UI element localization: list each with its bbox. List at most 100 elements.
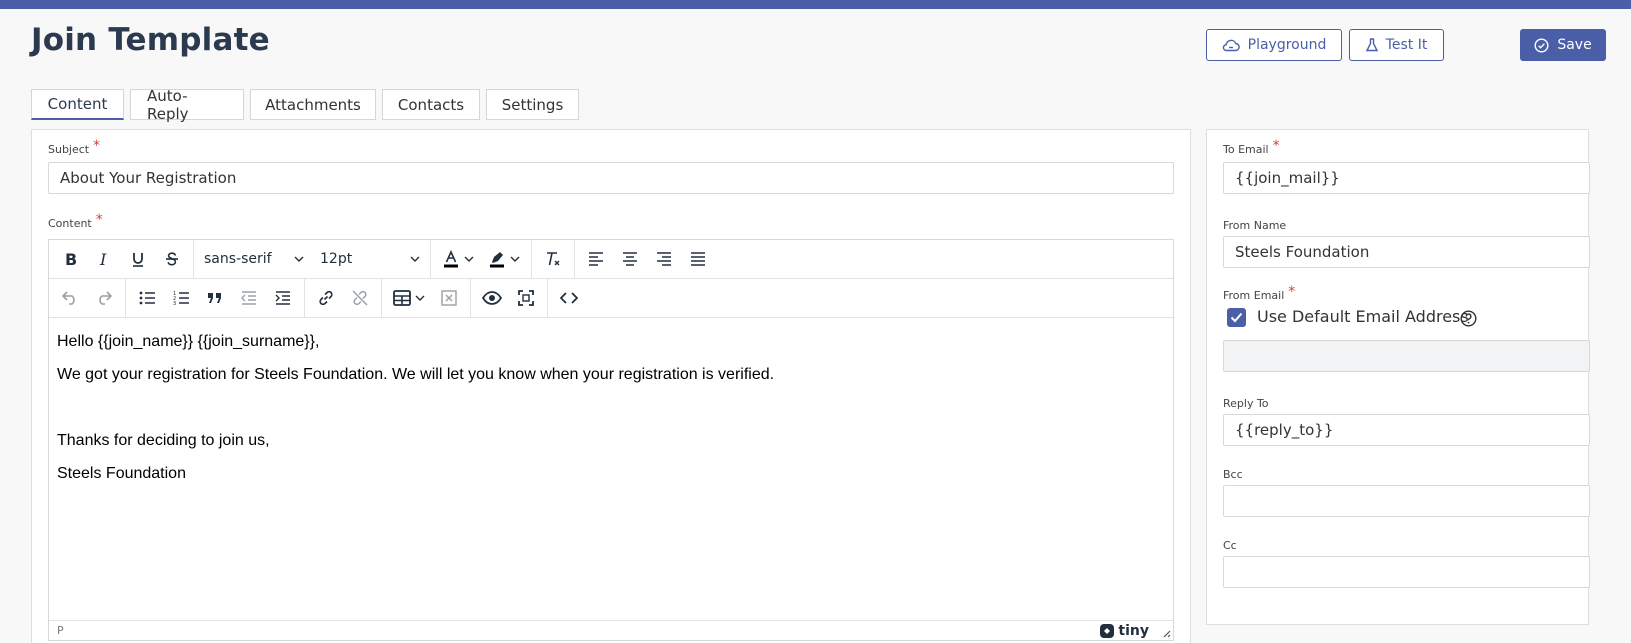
font-family-value: sans-serif (204, 251, 272, 267)
tab-bar: Content Auto-Reply Attachments Contacts … (31, 87, 579, 123)
tab-attachments[interactable]: Attachments (250, 89, 376, 120)
indent-icon (275, 291, 290, 305)
unlink-button[interactable] (343, 282, 377, 314)
undo-button[interactable] (53, 282, 87, 314)
underline-button[interactable] (121, 243, 155, 275)
chevron-down-icon (510, 256, 520, 262)
cc-input[interactable] (1223, 556, 1590, 588)
redo-icon (99, 291, 113, 305)
align-justify-icon (691, 252, 705, 266)
save-label: Save (1557, 37, 1592, 53)
save-button[interactable]: Save (1520, 29, 1606, 61)
bullet-list-icon (139, 291, 155, 305)
eye-icon (482, 291, 502, 305)
strikethrough-button[interactable] (155, 243, 189, 275)
page-title: Join Template (31, 22, 270, 58)
editor-toolbar-row-2: 123 (49, 279, 1173, 318)
reply-to-label: Reply To (1223, 397, 1269, 410)
tab-settings[interactable]: Settings (486, 89, 579, 120)
italic-button[interactable]: I (87, 243, 121, 275)
content-paragraph: We got your registration for Steels Foun… (57, 366, 775, 383)
test-it-label: Test It (1385, 37, 1428, 53)
unlink-icon (352, 290, 368, 306)
blockquote-button[interactable] (198, 282, 232, 314)
to-email-input[interactable]: {{join_mail}} (1223, 162, 1590, 194)
delete-table-button[interactable] (432, 282, 466, 314)
chevron-down-icon (415, 295, 425, 301)
subject-label: Subject * (48, 138, 101, 156)
tiny-logo[interactable]: tiny (1100, 623, 1149, 639)
use-default-email-label[interactable]: Use Default Email Address (1257, 307, 1469, 326)
cc-label: Cc (1223, 539, 1237, 552)
bold-icon: B (65, 251, 77, 267)
bcc-input[interactable] (1223, 485, 1590, 517)
align-left-button[interactable] (579, 243, 613, 275)
test-it-button[interactable]: Test It (1349, 29, 1444, 61)
preview-button[interactable] (475, 282, 509, 314)
editor-statusbar: P tiny (49, 620, 1173, 640)
playground-button[interactable]: Playground (1206, 29, 1342, 61)
editor-toolbar-row-1: B I sans-serif 12pt (49, 240, 1173, 279)
fullscreen-icon (518, 290, 534, 306)
svg-text:B: B (65, 251, 77, 267)
code-icon (560, 292, 578, 304)
text-color-button[interactable] (435, 243, 481, 275)
from-name-input[interactable]: Steels Foundation (1223, 236, 1590, 268)
redo-button[interactable] (87, 282, 121, 314)
indent-button[interactable] (266, 282, 300, 314)
italic-icon: I (99, 251, 107, 267)
check-icon (1230, 312, 1243, 323)
reply-to-input[interactable]: {{reply_to}} (1223, 414, 1590, 446)
content-paragraph: Hello {{join_name}} {{join_surname}}, (57, 333, 320, 350)
insert-link-button[interactable] (309, 282, 343, 314)
source-code-button[interactable] (552, 282, 586, 314)
editor-content-area[interactable]: Hello {{join_name}} {{join_surname}}, We… (49, 318, 1173, 621)
outdent-icon (241, 291, 256, 305)
playground-label: Playground (1247, 37, 1327, 53)
content-panel: Subject * About Your Registration Content… (31, 129, 1191, 643)
help-icon[interactable] (1460, 310, 1477, 327)
tiny-logo-icon (1100, 623, 1115, 638)
align-center-button[interactable] (613, 243, 647, 275)
fullscreen-button[interactable] (509, 282, 543, 314)
table-button[interactable] (386, 282, 432, 314)
content-paragraph: Steels Foundation (57, 465, 186, 482)
align-right-icon (657, 252, 671, 266)
outdent-button[interactable] (232, 282, 266, 314)
from-name-label: From Name (1223, 219, 1287, 232)
top-accent-bar (0, 0, 1631, 9)
align-justify-button[interactable] (681, 243, 715, 275)
numbered-list-button[interactable]: 123 (164, 282, 198, 314)
quote-icon (208, 293, 221, 303)
text-color-icon (444, 250, 458, 268)
cloud-icon (1222, 38, 1240, 52)
highlight-color-button[interactable] (481, 243, 527, 275)
flask-icon (1365, 38, 1378, 52)
font-family-select[interactable]: sans-serif (196, 243, 312, 275)
chevron-down-icon (410, 256, 420, 262)
content-paragraph-empty (57, 398, 1165, 418)
numbered-list-icon: 123 (173, 291, 189, 306)
align-left-icon (589, 252, 603, 266)
content-label: Content * (48, 212, 103, 230)
from-email-label: From Email * (1223, 284, 1296, 302)
clear-formatting-button[interactable] (536, 243, 570, 275)
use-default-email-checkbox[interactable] (1227, 308, 1246, 327)
bold-button[interactable]: B (53, 243, 87, 275)
link-icon (319, 290, 333, 306)
tab-auto-reply[interactable]: Auto-Reply (130, 87, 244, 123)
font-size-select[interactable]: 12pt (312, 243, 428, 275)
subject-input[interactable]: About Your Registration (48, 162, 1174, 194)
underline-icon (133, 253, 143, 267)
svg-text:I: I (99, 251, 107, 267)
resize-handle-icon[interactable] (1161, 628, 1171, 638)
element-path[interactable]: P (57, 624, 64, 637)
svg-text:3: 3 (173, 301, 176, 306)
tab-contacts[interactable]: Contacts (382, 89, 480, 120)
align-right-button[interactable] (647, 243, 681, 275)
tab-content[interactable]: Content (31, 89, 124, 120)
from-email-input[interactable] (1223, 340, 1590, 372)
bullet-list-button[interactable] (130, 282, 164, 314)
highlighter-icon (490, 252, 504, 268)
to-email-label: To Email * (1223, 138, 1280, 156)
